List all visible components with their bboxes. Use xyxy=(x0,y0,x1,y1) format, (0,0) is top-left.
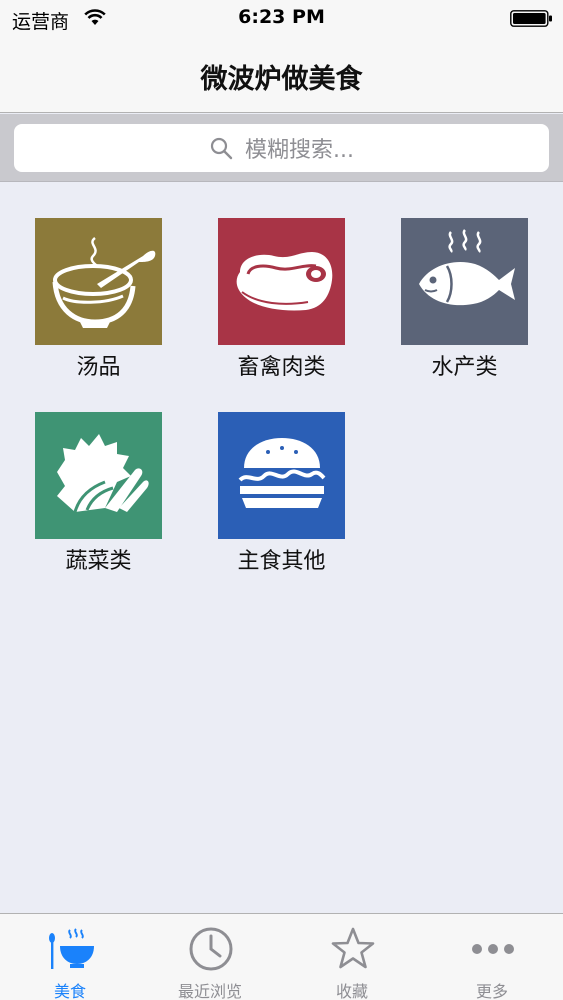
category-label: 主食其他 xyxy=(237,549,326,574)
search-bar: 模糊搜索... xyxy=(0,114,563,182)
tab-label: 更多 xyxy=(475,982,508,1000)
category-label: 汤品 xyxy=(76,355,121,380)
soup-bowl-icon xyxy=(35,218,162,345)
clock-icon xyxy=(189,927,233,971)
category-label: 水产类 xyxy=(431,355,498,380)
category-tile-seafood[interactable]: 水产类 xyxy=(401,218,528,381)
category-tile-vegetables[interactable]: 蔬菜类 xyxy=(35,412,162,575)
search-icon xyxy=(210,137,233,160)
more-dots-icon xyxy=(472,944,514,954)
search-input[interactable]: 模糊搜索... xyxy=(14,124,549,172)
page-title: 微波炉做美食 xyxy=(200,64,363,95)
tab-food[interactable]: 美食 xyxy=(0,914,140,1000)
food-bowl-icon xyxy=(49,928,94,969)
clock-time: 6:23 PM xyxy=(238,6,325,28)
tab-bar: 美食 最近浏览 收藏 更多 xyxy=(0,913,563,1000)
tab-recent[interactable]: 最近浏览 xyxy=(140,914,280,1000)
search-placeholder: 模糊搜索... xyxy=(245,138,354,163)
tab-favorites[interactable]: 收藏 xyxy=(282,914,422,1000)
category-grid: 汤品 畜禽肉类 水产类 蔬菜类 主食其他 xyxy=(0,183,563,913)
tab-label: 美食 xyxy=(53,982,86,1000)
category-label: 蔬菜类 xyxy=(65,549,132,574)
steak-icon xyxy=(218,218,345,345)
fish-icon xyxy=(401,218,528,345)
category-tile-staple[interactable]: 主食其他 xyxy=(218,412,345,575)
navigation-bar: 微波炉做美食 xyxy=(0,38,563,113)
battery-icon xyxy=(510,10,552,27)
category-label: 畜禽肉类 xyxy=(237,355,326,380)
category-tile-soup[interactable]: 汤品 xyxy=(35,218,162,381)
tab-more[interactable]: 更多 xyxy=(422,914,562,1000)
tab-label: 收藏 xyxy=(335,982,368,1000)
star-icon xyxy=(331,927,375,969)
burger-icon xyxy=(218,412,345,539)
status-bar: 运营商 6:23 PM xyxy=(0,0,563,38)
category-tile-meat[interactable]: 畜禽肉类 xyxy=(218,218,345,381)
tab-label: 最近浏览 xyxy=(177,982,242,1000)
vegetable-icon xyxy=(35,412,162,539)
